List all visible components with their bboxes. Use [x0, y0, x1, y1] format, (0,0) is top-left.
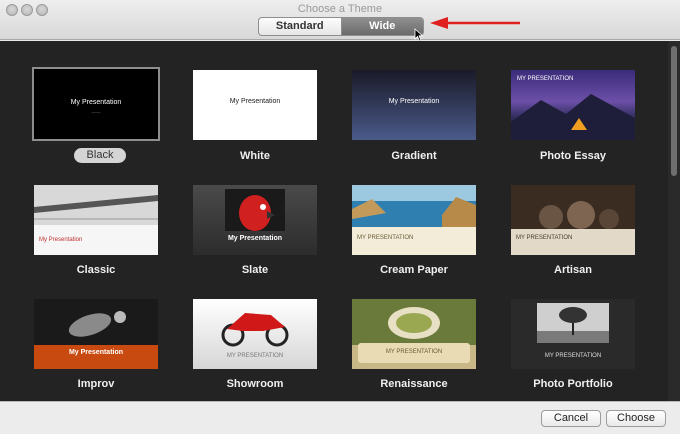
- theme-tile-photo-portfolio[interactable]: MY PRESENTATION: [511, 299, 635, 369]
- slide-title-text: My Presentation: [39, 237, 83, 243]
- scrollbar-thumb[interactable]: [671, 46, 677, 176]
- theme-label-cream-paper: Cream Paper: [380, 264, 448, 276]
- slide-title-text: MY PRESENTATION: [385, 349, 443, 355]
- slide-size-segmented-control: Standard Wide: [258, 17, 424, 36]
- wide-segment-button[interactable]: Wide: [341, 18, 423, 35]
- theme-label-showroom: Showroom: [226, 378, 284, 390]
- title-bar: Choose a Theme Standard Wide: [0, 0, 680, 42]
- food-photo-icon: [352, 299, 476, 345]
- tent-photo-icon: [511, 94, 635, 140]
- theme-label-slate: Slate: [241, 264, 269, 276]
- slide-subtitle-text: ———: [91, 110, 101, 114]
- slide-title-text: My Presentation: [388, 98, 440, 105]
- tree-photo-icon: [537, 303, 609, 343]
- theme-chooser-window: Choose a Theme Standard Wide My Presenta…: [0, 0, 680, 434]
- theme-tile-slate[interactable]: My Presentation: [193, 185, 317, 255]
- mouse-pointer-icon: [414, 28, 424, 42]
- choose-button[interactable]: Choose: [606, 410, 666, 427]
- theme-label-photo-essay: Photo Essay: [539, 150, 607, 162]
- theme-label-gradient: Gradient: [391, 150, 437, 162]
- theme-tile-classic[interactable]: My Presentation: [34, 185, 158, 255]
- theme-label-improv: Improv: [77, 378, 115, 390]
- standard-segment-button[interactable]: Standard: [259, 18, 342, 35]
- theme-tile-renaissance[interactable]: MY PRESENTATION: [352, 299, 476, 369]
- theme-label-classic: Classic: [76, 264, 116, 276]
- theme-tile-artisan[interactable]: MY PRESENTATION: [511, 185, 635, 255]
- theme-label-photo-portfolio: Photo Portfolio: [533, 378, 613, 390]
- instrument-photo-icon: [34, 299, 158, 345]
- theme-tile-gradient[interactable]: My Presentation: [352, 70, 476, 140]
- theme-tile-showroom[interactable]: MY PRESENTATION: [193, 299, 317, 369]
- pottery-photo-icon: [511, 185, 635, 229]
- window-title: Choose a Theme: [297, 3, 383, 15]
- coast-photo-icon: [352, 185, 476, 227]
- slide-title-text: MY PRESENTATION: [516, 235, 573, 241]
- bottom-bar: Cancel Choose: [0, 401, 680, 434]
- slide-title-text: MY PRESENTATION: [226, 353, 284, 359]
- motorcycle-photo-icon: [221, 313, 289, 347]
- theme-tile-improv[interactable]: My Presentation: [34, 299, 158, 369]
- slide-title-text: My Presentation: [229, 98, 281, 105]
- red-arrow-icon: [430, 17, 520, 29]
- theme-label-black: Black: [74, 148, 126, 163]
- slide-title-text: My Presentation: [70, 99, 122, 106]
- theme-tile-photo-essay[interactable]: MY PRESENTATION: [511, 70, 635, 140]
- cancel-button[interactable]: Cancel: [541, 410, 601, 427]
- slide-title-text: My Presentation: [227, 235, 283, 242]
- slide-title-text: MY PRESENTATION: [357, 235, 414, 241]
- theme-tile-white[interactable]: My Presentation: [193, 70, 317, 140]
- slide-title-text: My Presentation: [68, 349, 124, 356]
- theme-tile-cream-paper[interactable]: MY PRESENTATION: [352, 185, 476, 255]
- theme-tile-black[interactable]: My Presentation ———: [32, 67, 160, 141]
- slide-title-text: MY PRESENTATION: [544, 353, 602, 359]
- theme-label-renaissance: Renaissance: [380, 378, 448, 390]
- theme-label-white: White: [240, 150, 270, 162]
- theme-label-artisan: Artisan: [554, 264, 592, 276]
- parrot-photo-icon: [225, 189, 285, 231]
- bridge-photo-icon: [34, 185, 158, 225]
